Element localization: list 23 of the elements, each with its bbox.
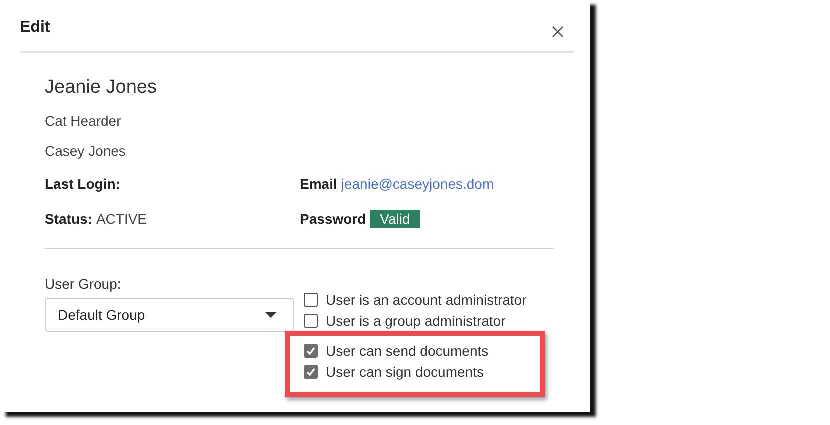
checkbox-label: User can send documents [326,342,489,358]
user-group-dropdown[interactable]: Default Group [45,298,294,332]
job-title: Cat Hearder [45,113,122,129]
user-name: Jeanie Jones [45,77,158,99]
field-label: Last Login: [45,176,120,192]
status-badge: Valid [370,210,420,228]
checkbox-label: User is an account administrator [326,292,527,308]
checkbox[interactable] [304,344,318,358]
close-icon[interactable] [552,26,564,38]
checkbox-label: User is a group administrator [326,312,506,328]
checkbox-label: User can sign documents [326,364,484,380]
field-label: Password [300,211,366,227]
field-value: ACTIVE [96,211,148,227]
company-name: Casey Jones [45,143,127,159]
checkbox[interactable] [304,364,318,378]
user-group-label: User Group: [45,276,122,292]
field-label: Email [300,176,338,192]
caret-icon [265,312,277,318]
checkbox[interactable] [304,314,318,328]
email-link[interactable]: jeanie@caseyjones.dom [341,176,494,192]
dialog-title: Edit [20,18,50,36]
checkbox[interactable] [304,292,318,306]
field-label: Status: [45,211,92,227]
